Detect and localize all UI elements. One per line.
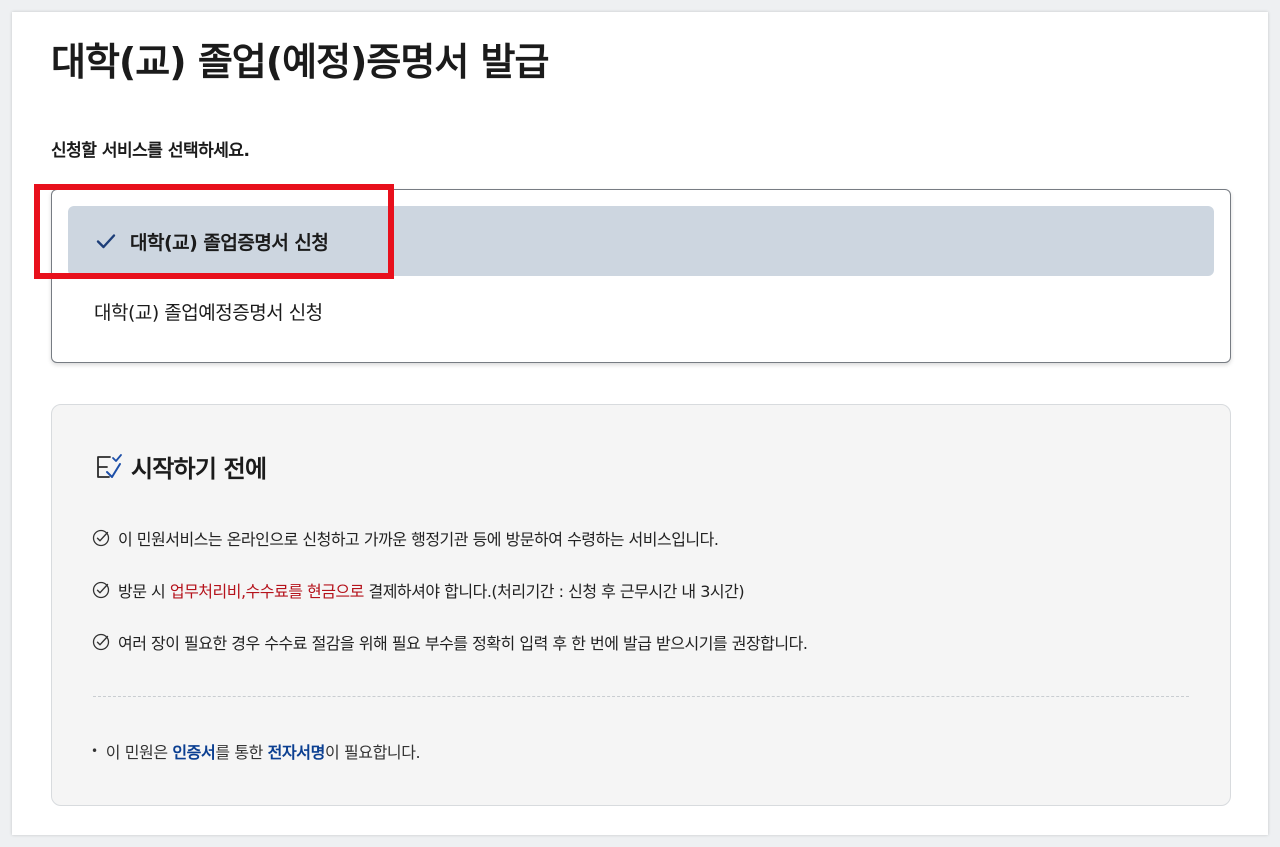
option-label: 대학(교) 졸업예정증명서 신청 xyxy=(94,301,323,324)
circle-check-icon xyxy=(92,529,110,547)
note-highlight-red: 업무처리비,수수료를 현금으로 xyxy=(169,582,365,601)
foot-certificate: 인증서 xyxy=(172,743,216,762)
circle-check-icon xyxy=(92,633,110,651)
note-text: 방문 시 업무처리비,수수료를 현금으로 결제하셔야 합니다.(처리기간 : 신… xyxy=(118,578,745,602)
panel-heading-text: 시작하기 전에 xyxy=(131,455,267,483)
circle-check-icon xyxy=(92,581,110,599)
foot-e-signature: 전자서명 xyxy=(267,743,326,762)
page-title: 대학(교) 졸업(예정)증명서 발급 xyxy=(51,40,549,84)
note-text: 여러 장이 필요한 경우 수수료 절감을 위해 필요 부수를 정확히 입력 후 … xyxy=(118,634,808,653)
service-select-prompt: 신청할 서비스를 선택하세요. xyxy=(51,141,250,161)
checklist-icon xyxy=(97,453,122,478)
foot-middle: 를 통한 xyxy=(215,743,268,762)
option-expected-graduation-certificate[interactable]: 대학(교) 졸업예정증명서 신청 xyxy=(68,276,1214,346)
foot-prefix: 이 민원은 xyxy=(105,743,173,762)
notes-list: 이 민원서비스는 온라인으로 신청하고 가까운 행정기관 등에 방문하여 수령하… xyxy=(92,527,808,683)
note-text: 이 민원서비스는 온라인으로 신청하고 가까운 행정기관 등에 방문하여 수령하… xyxy=(118,530,719,549)
note-item: 여러 장이 필요한 경우 수수료 절감을 위해 필요 부수를 정확히 입력 후 … xyxy=(92,631,808,653)
foot-suffix: 이 필요합니다. xyxy=(324,743,421,762)
certificate-requirement-note: • 이 민원은 인증서 를 통한 전자서명 이 필요합니다. xyxy=(91,739,421,763)
note-item: 방문 시 업무처리비,수수료를 현금으로 결제하셔야 합니다.(처리기간 : 신… xyxy=(92,579,807,601)
main-card: 대학(교) 졸업(예정)증명서 발급 신청할 서비스를 선택하세요. 대학(교)… xyxy=(12,12,1268,835)
bullet-dot: • xyxy=(91,744,98,758)
note-suffix: 결제하셔야 합니다.(처리기간 : 신청 후 근무시간 내 3시간) xyxy=(363,582,745,601)
red-highlight-box xyxy=(34,184,394,279)
panel-heading: 시작하기 전에 xyxy=(93,449,267,484)
note-item: 이 민원서비스는 온라인으로 신청하고 가까운 행정기관 등에 방문하여 수령하… xyxy=(92,527,807,549)
note-prefix: 방문 시 xyxy=(118,582,170,601)
dashed-divider xyxy=(93,696,1189,697)
before-you-start-panel: 시작하기 전에 이 민원서비스는 온라인으로 신청하고 가까운 행정기관 등에 … xyxy=(51,404,1231,806)
